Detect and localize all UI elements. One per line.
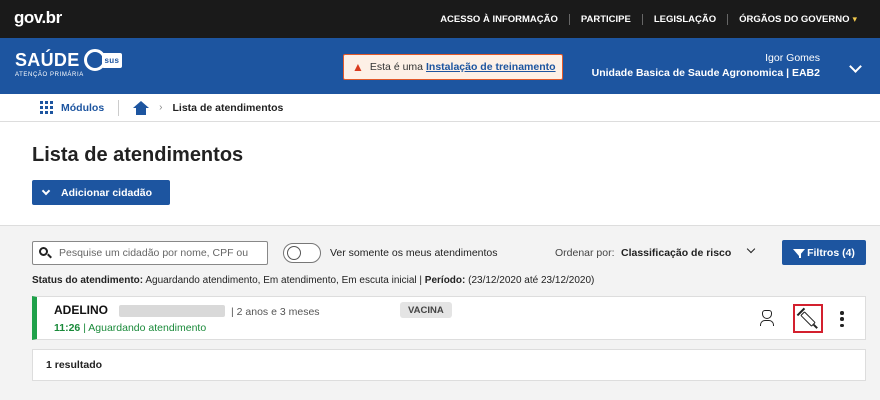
more-options-icon[interactable] — [840, 311, 844, 327]
patient-name: ADELINO — [54, 303, 108, 317]
add-citizen-label: Adicionar cidadão — [61, 186, 153, 199]
page-header: Lista de atendimentos Adicionar cidadão — [0, 122, 880, 226]
chevron-down-icon[interactable] — [849, 60, 862, 73]
breadcrumb-current: Lista de atendimentos — [172, 101, 284, 114]
home-icon[interactable] — [133, 100, 150, 115]
period-value: (23/12/2020 até 23/12/2020) — [468, 275, 595, 286]
chevron-down-icon[interactable] — [746, 244, 756, 254]
gov-links: ACESSO À INFORMAÇÃO PARTICIPE LEGISLAÇÃO… — [429, 0, 868, 38]
attendance-time: 11:26 — [54, 322, 81, 334]
user-unit: Unidade Basica de Saude Agronomica | EAB… — [591, 67, 820, 79]
search-input[interactable] — [59, 247, 259, 259]
result-count: 1 resultado — [32, 349, 866, 381]
status-value: Aguardando atendimento, Em atendimento, … — [145, 275, 423, 286]
search-field[interactable] — [32, 241, 268, 265]
gov-link-participe[interactable]: PARTICIPE — [570, 13, 643, 25]
gov-link-orgaos[interactable]: ÓRGÃOS DO GOVERNO ▾ — [728, 14, 868, 25]
filters-button[interactable]: Filtros (4) — [782, 240, 866, 265]
toggle-label: Ver somente os meus atendimentos — [330, 247, 498, 259]
order-select[interactable]: Classificação de risco — [621, 247, 731, 259]
attendance-status: 11:26 | Aguardando atendimento — [54, 322, 206, 334]
user-name: Igor Gomes — [765, 52, 820, 64]
brand-logo[interactable]: SAÚDE sus ATENÇÃO PRIMÁRIA — [15, 49, 123, 78]
warning-icon: ▲ — [352, 60, 364, 74]
list-item[interactable]: ADELINO | 2 anos e 3 meses 11:26 | Aguar… — [32, 296, 866, 340]
filters-label: Filtros (4) — [807, 246, 855, 259]
period-label: Período: — [424, 275, 466, 286]
search-icon — [39, 247, 52, 259]
training-prefix: Esta é uma — [369, 61, 424, 73]
active-filters-summary: Status do atendimento: Aguardando atendi… — [32, 275, 594, 286]
brand-name: SAÚDE — [15, 49, 80, 70]
filter-icon — [793, 249, 806, 256]
status-label: Status do atendimento: — [32, 275, 144, 286]
gov-link-legislacao[interactable]: LEGISLAÇÃO — [643, 13, 729, 25]
nurse-icon[interactable] — [760, 310, 774, 326]
syringe-icon — [800, 310, 816, 327]
brand-subtitle: ATENÇÃO PRIMÁRIA — [15, 72, 84, 78]
chevron-right-icon: › — [159, 102, 163, 113]
my-attendances-toggle[interactable] — [283, 243, 321, 263]
app-header: SAÚDE sus ATENÇÃO PRIMÁRIA ▲ Esta é uma … — [0, 38, 880, 94]
gov-link-orgaos-label: ÓRGÃOS DO GOVERNO — [739, 13, 850, 25]
breadcrumb: Módulos › Lista de atendimentos — [0, 94, 880, 122]
gov-link-acesso[interactable]: ACESSO À INFORMAÇÃO — [429, 13, 570, 25]
vacina-tag: VACINA — [400, 302, 452, 318]
order-label: Ordenar por: — [555, 247, 615, 259]
vaccinate-button[interactable] — [793, 304, 823, 333]
esus-logo-icon: sus — [83, 49, 123, 71]
modules-link[interactable]: Módulos — [61, 102, 104, 114]
gov-logo[interactable]: gov.br — [14, 8, 62, 28]
attendance-state: | Aguardando atendimento — [83, 322, 207, 334]
breadcrumb-divider — [118, 99, 120, 116]
training-banner: ▲ Esta é uma Instalação de treinamento — [343, 54, 563, 80]
gov-bar: gov.br ACESSO À INFORMAÇÃO PARTICIPE LEG… — [0, 0, 880, 38]
redacted-name — [119, 305, 225, 317]
esus-label: sus — [101, 52, 123, 68]
training-link[interactable]: Instalação de treinamento — [426, 61, 556, 73]
add-citizen-button[interactable]: Adicionar cidadão — [32, 180, 170, 205]
page-title: Lista de atendimentos — [32, 144, 244, 166]
patient-age: | 2 anos e 3 meses — [231, 306, 320, 318]
user-menu[interactable]: Igor Gomes Unidade Basica de Saude Agron… — [592, 51, 820, 81]
main-content: Lista de atendimentos Adicionar cidadão … — [0, 122, 880, 400]
chevron-down-icon — [41, 186, 51, 196]
grid-icon[interactable] — [40, 101, 53, 114]
chevron-down-icon: ▾ — [852, 13, 857, 24]
